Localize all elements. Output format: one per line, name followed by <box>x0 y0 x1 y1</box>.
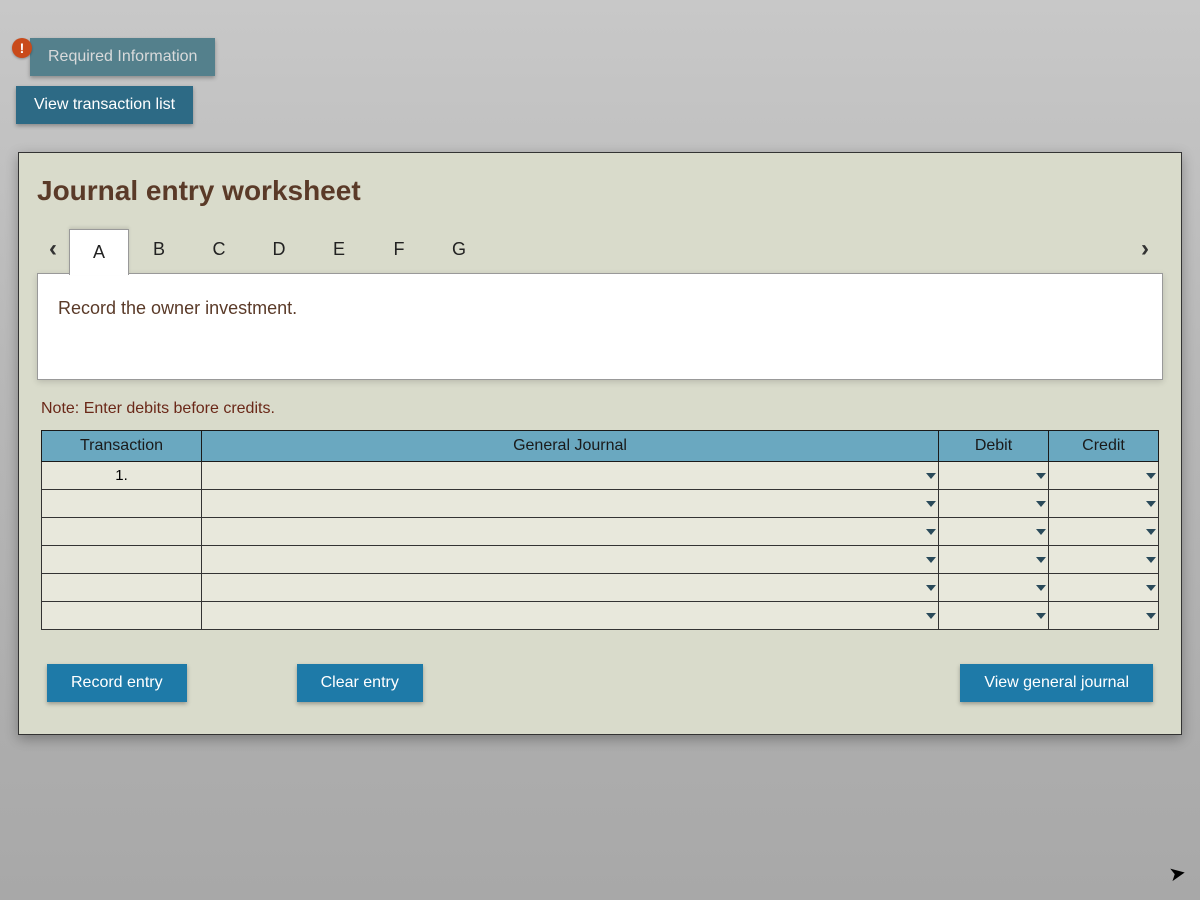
dropdown-arrow-icon <box>1036 501 1046 507</box>
cell-credit[interactable] <box>1049 462 1159 490</box>
required-information-tab[interactable]: Required Information <box>30 38 215 76</box>
cell-transaction[interactable] <box>42 490 202 518</box>
tab-b[interactable]: B <box>129 229 189 269</box>
alert-badge-icon: ! <box>12 38 32 58</box>
cell-transaction[interactable] <box>42 602 202 630</box>
table-row <box>42 490 1159 518</box>
dropdown-arrow-icon <box>1036 585 1046 591</box>
dropdown-arrow-icon <box>1146 529 1156 535</box>
col-header-debit: Debit <box>939 431 1049 462</box>
table-row: 1. <box>42 462 1159 490</box>
journal-tbody: 1. <box>42 462 1159 630</box>
table-row <box>42 574 1159 602</box>
cell-credit[interactable] <box>1049 546 1159 574</box>
cell-transaction[interactable] <box>42 518 202 546</box>
dropdown-arrow-icon <box>1036 529 1046 535</box>
cell-debit[interactable] <box>939 574 1049 602</box>
cell-transaction[interactable] <box>42 546 202 574</box>
journal-table: Transaction General Journal Debit Credit… <box>41 430 1159 630</box>
entry-tab-strip: ‹ A B C D E F G › <box>19 225 1181 273</box>
cell-credit[interactable] <box>1049 602 1159 630</box>
journal-worksheet-panel: Journal entry worksheet ‹ A B C D E F G … <box>18 152 1182 735</box>
cell-transaction[interactable] <box>42 574 202 602</box>
cursor-icon: ➤ <box>1167 860 1188 888</box>
dropdown-arrow-icon <box>1146 473 1156 479</box>
dropdown-arrow-icon <box>926 473 936 479</box>
tab-g[interactable]: G <box>429 229 489 269</box>
dropdown-arrow-icon <box>926 529 936 535</box>
cell-general-journal[interactable] <box>202 546 939 574</box>
top-bar: ! Required Information View transaction … <box>0 0 1200 124</box>
dropdown-arrow-icon <box>926 557 936 563</box>
dropdown-arrow-icon <box>1036 613 1046 619</box>
worksheet-title: Journal entry worksheet <box>19 153 1181 225</box>
table-row <box>42 602 1159 630</box>
tab-f[interactable]: F <box>369 229 429 269</box>
col-header-credit: Credit <box>1049 431 1159 462</box>
cell-general-journal[interactable] <box>202 574 939 602</box>
dropdown-arrow-icon <box>1036 557 1046 563</box>
view-general-journal-button[interactable]: View general journal <box>960 664 1153 702</box>
dropdown-arrow-icon <box>926 585 936 591</box>
dropdown-arrow-icon <box>1146 613 1156 619</box>
tab-a[interactable]: A <box>69 229 129 275</box>
col-header-general-journal: General Journal <box>202 431 939 462</box>
note-text: Note: Enter debits before credits. <box>19 380 1181 430</box>
view-transaction-list-tab[interactable]: View transaction list <box>16 86 193 124</box>
cell-credit[interactable] <box>1049 574 1159 602</box>
cell-general-journal[interactable] <box>202 462 939 490</box>
chevron-left-icon[interactable]: ‹ <box>37 235 69 263</box>
cell-debit[interactable] <box>939 490 1049 518</box>
dropdown-arrow-icon <box>1036 473 1046 479</box>
tab-c[interactable]: C <box>189 229 249 269</box>
cell-debit[interactable] <box>939 518 1049 546</box>
dropdown-arrow-icon <box>1146 501 1156 507</box>
tab-e[interactable]: E <box>309 229 369 269</box>
cell-general-journal[interactable] <box>202 602 939 630</box>
cell-credit[interactable] <box>1049 490 1159 518</box>
dropdown-arrow-icon <box>926 501 936 507</box>
tab-d[interactable]: D <box>249 229 309 269</box>
action-button-row: Record entry Clear entry View general jo… <box>19 630 1181 734</box>
col-header-transaction: Transaction <box>42 431 202 462</box>
cell-credit[interactable] <box>1049 518 1159 546</box>
dropdown-arrow-icon <box>1146 557 1156 563</box>
cell-general-journal[interactable] <box>202 490 939 518</box>
cell-debit[interactable] <box>939 546 1049 574</box>
dropdown-arrow-icon <box>926 613 936 619</box>
table-row <box>42 518 1159 546</box>
clear-entry-button[interactable]: Clear entry <box>297 664 423 702</box>
cell-general-journal[interactable] <box>202 518 939 546</box>
cell-transaction[interactable]: 1. <box>42 462 202 490</box>
chevron-right-icon[interactable]: › <box>1129 235 1161 263</box>
dropdown-arrow-icon <box>1146 585 1156 591</box>
cell-debit[interactable] <box>939 462 1049 490</box>
record-entry-button[interactable]: Record entry <box>47 664 187 702</box>
instruction-box: Record the owner investment. <box>37 273 1163 380</box>
cell-debit[interactable] <box>939 602 1049 630</box>
table-row <box>42 546 1159 574</box>
